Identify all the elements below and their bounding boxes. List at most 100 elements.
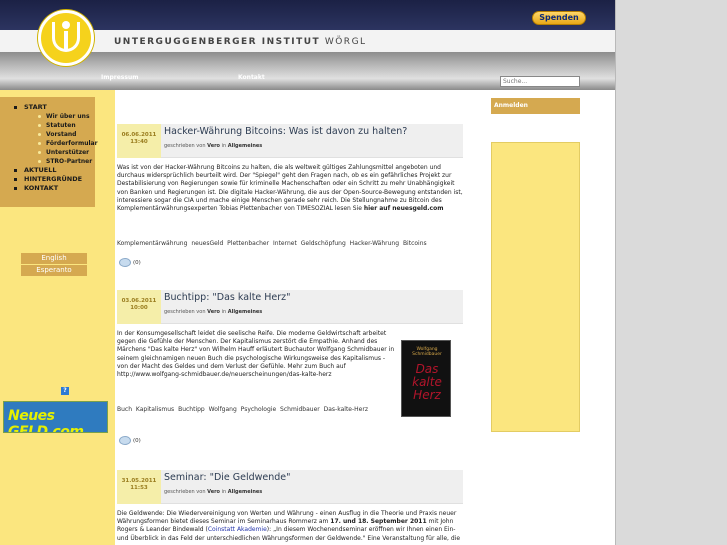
meta-in: in	[221, 489, 227, 495]
menu-item-label: STRO-Partner	[46, 158, 93, 165]
language-esperanto-button[interactable]: Esperanto	[21, 265, 87, 276]
bullet-icon	[38, 124, 41, 127]
book-cover-image[interactable]: Wolfgang Schmidbauer Das kalte Herz	[401, 340, 451, 417]
bullet-icon	[14, 106, 17, 109]
nav-impressum[interactable]: Impressum	[101, 74, 138, 81]
menu-item-label: Wir über uns	[46, 113, 90, 120]
menu-item-stro-partner[interactable]: STRO-Partner	[0, 157, 95, 166]
menu-item-start[interactable]: START	[0, 103, 95, 112]
banner-logo-text: Neues GELD.com	[8, 408, 84, 433]
post-category[interactable]: Allgemeines	[228, 309, 263, 315]
post-tags[interactable]: Buch Kapitalismus Buchtipp Wolfgang Psyc…	[117, 406, 368, 413]
post-date: 06.06.2011 13:40	[117, 124, 161, 158]
nav-kontakt[interactable]: Kontakt	[238, 74, 265, 81]
site-title: UNTERGUGGENBERGER INSTITUT WÖRGL	[114, 37, 367, 47]
post-meta: geschrieben von Vero in Allgemeines	[164, 309, 262, 315]
bullet-icon	[38, 142, 41, 145]
menu-item-statuten[interactable]: Statuten	[0, 121, 95, 130]
site-place: WÖRGL	[324, 37, 367, 47]
post-date-time: 13:40	[130, 139, 148, 145]
menu-item-label: Statuten	[46, 122, 76, 129]
page: UNTERGUGGENBERGER INSTITUT WÖRGL Spenden…	[0, 0, 615, 545]
meta-in: in	[221, 309, 227, 315]
bullet-icon	[14, 178, 17, 181]
post-title[interactable]: Hacker-Währung Bitcoins: Was ist davon z…	[164, 126, 407, 137]
menu-item-label: HINTERGRÜNDE	[24, 175, 83, 183]
logo-dot	[62, 21, 70, 29]
post-author[interactable]: Vero	[207, 143, 220, 149]
post-header: 03.06.2011 10:00 Buchtipp: "Das kalte Her…	[117, 290, 463, 324]
post-body: In der Konsumgesellschaft leidet die see…	[117, 330, 397, 379]
bullet-icon	[38, 160, 41, 163]
institute-logo[interactable]	[38, 10, 94, 66]
comment-bubble-icon	[119, 436, 131, 445]
bullet-icon	[38, 115, 41, 118]
help-icon[interactable]: ?	[61, 387, 69, 395]
post-meta: geschrieben von Vero in Allgemeines	[164, 489, 262, 495]
window-background	[615, 0, 727, 545]
post-comments[interactable]: (0)	[119, 436, 141, 445]
post-text: In der Konsumgesellschaft leidet die see…	[117, 330, 395, 370]
post-date-time: 10:00	[130, 305, 148, 311]
blog-post: 03.06.2011 10:00 Buchtipp: "Das kalte Her…	[115, 290, 491, 450]
menu-item-label: AKTUELL	[24, 166, 57, 174]
post-body: Die Geldwende: Die Wiedervereinigung von…	[117, 510, 463, 543]
post-date: 31.05.2011 11:53	[117, 470, 161, 504]
menu-item-label: Förderformular	[46, 140, 98, 147]
book-cover-title: Das kalte Herz	[412, 362, 442, 402]
comment-count: (0)	[133, 438, 141, 444]
donate-button[interactable]: Spenden	[532, 11, 586, 25]
post-date: 03.06.2011 10:00	[117, 290, 161, 324]
bullet-icon	[14, 187, 17, 190]
comment-count: (0)	[133, 260, 141, 266]
meta-prefix: geschrieben von	[164, 143, 206, 149]
logo-stem	[64, 31, 68, 49]
main-menu: START Wir über uns Statuten Vorstand För…	[0, 97, 98, 207]
post-meta: geschrieben von Vero in Allgemeines	[164, 143, 262, 149]
post-category[interactable]: Allgemeines	[228, 143, 263, 149]
menu-item-wir-ueber-uns[interactable]: Wir über uns	[0, 112, 95, 121]
post-title[interactable]: Buchtipp: "Das kalte Herz"	[164, 292, 291, 303]
menu-item-kontakt[interactable]: KONTAKT	[0, 184, 95, 193]
post-link[interactable]: hier auf neuesgeld.com	[364, 205, 444, 212]
neuesgeld-banner[interactable]: Neues GELD.com	[3, 401, 108, 433]
meta-in: in	[221, 143, 227, 149]
login-header[interactable]: Anmelden	[491, 98, 580, 114]
post-author[interactable]: Vero	[207, 489, 220, 495]
menu-item-vorstand[interactable]: Vorstand	[0, 130, 95, 139]
meta-prefix: geschrieben von	[164, 489, 206, 495]
post-link[interactable]: http://www.wolfgang-schmidbauer.de/neuer…	[117, 371, 332, 378]
right-sidebar-box	[491, 142, 580, 432]
menu-item-label: Unterstützer	[46, 149, 90, 156]
post-title[interactable]: Seminar: "Die Geldwende"	[164, 472, 291, 483]
meta-prefix: geschrieben von	[164, 309, 206, 315]
post-tags[interactable]: Komplementärwährung neuesGeld Plettenbac…	[117, 240, 427, 247]
menu-item-unterstuetzer[interactable]: Unterstützer	[0, 148, 95, 157]
post-date-day: 31.05.2011	[121, 478, 157, 484]
menu-item-hintergruende[interactable]: HINTERGRÜNDE	[0, 175, 95, 184]
left-sidebar: START Wir über uns Statuten Vorstand För…	[0, 90, 115, 545]
blog-post: 06.06.2011 13:40 Hacker-Währung Bitcoins:…	[115, 124, 491, 274]
main-content: 06.06.2011 13:40 Hacker-Währung Bitcoins:…	[115, 90, 491, 545]
post-dates: 17. und 18. September 2011	[330, 518, 427, 526]
post-comments[interactable]: (0)	[119, 258, 141, 267]
search-input[interactable]	[500, 76, 580, 87]
post-header: 31.05.2011 11:53 Seminar: "Die Geldwende"…	[117, 470, 463, 504]
post-category[interactable]: Allgemeines	[228, 489, 263, 495]
post-date-day: 06.06.2011	[121, 132, 157, 138]
menu-item-aktuell[interactable]: AKTUELL	[0, 166, 95, 175]
bullet-icon	[14, 169, 17, 172]
menu-item-label: KONTAKT	[24, 184, 59, 192]
menu-item-label: START	[24, 103, 47, 111]
post-body: Was ist von der Hacker-Währung Bitcoins …	[117, 164, 463, 213]
menu-item-label: Vorstand	[46, 131, 77, 138]
post-link[interactable]: Coinstatt Akademie	[208, 526, 267, 533]
post-header: 06.06.2011 13:40 Hacker-Währung Bitcoins:…	[117, 124, 463, 158]
site-name: UNTERGUGGENBERGER INSTITUT	[114, 37, 321, 47]
book-cover-author: Wolfgang Schmidbauer	[412, 347, 442, 357]
language-english-button[interactable]: English	[21, 253, 87, 264]
post-date-day: 03.06.2011	[121, 298, 157, 304]
post-author[interactable]: Vero	[207, 309, 220, 315]
header-top-band	[0, 0, 615, 30]
menu-item-foerderformular[interactable]: Förderformular	[0, 139, 98, 148]
